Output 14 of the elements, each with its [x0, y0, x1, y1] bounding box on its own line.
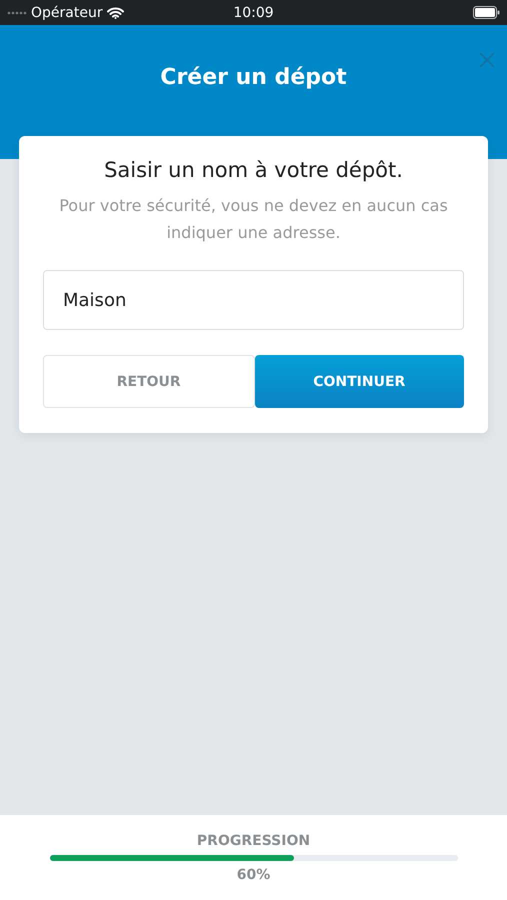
- progress-label: PROGRESSION: [196, 833, 310, 849]
- battery-icon: [473, 6, 500, 19]
- clock-time: 10:09: [233, 4, 274, 20]
- card-description: Pour votre sécurité, vous ne devez en aucun cas indiquer une adresse.: [58, 195, 449, 244]
- back-button[interactable]: RETOUR: [43, 355, 254, 408]
- card-heading: Saisir un nom à votre dépôt.: [104, 158, 403, 182]
- signal-icon: [7, 10, 27, 14]
- wifi-icon: [106, 6, 124, 18]
- page-title: Créer un dépot: [160, 65, 347, 92]
- carrier-name: Opérateur: [31, 4, 103, 20]
- name-field[interactable]: Maison: [43, 270, 464, 330]
- progress-percent: 60%: [236, 867, 270, 883]
- continue-button[interactable]: CONTINUER: [254, 355, 464, 408]
- close-icon[interactable]: [479, 52, 495, 68]
